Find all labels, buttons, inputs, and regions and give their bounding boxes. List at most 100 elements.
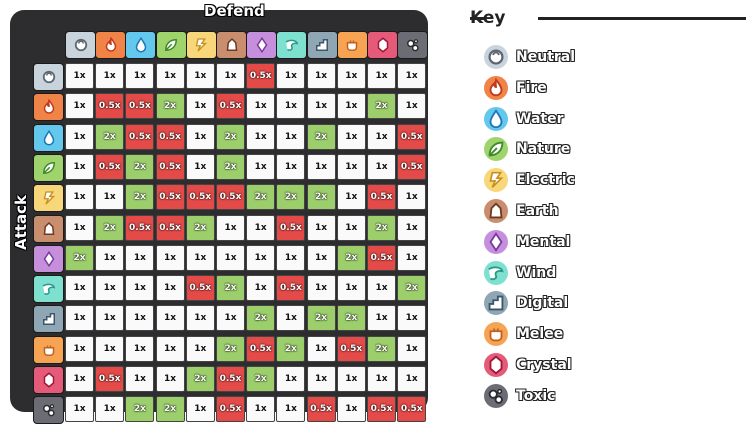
matrix-cell: 2x (95, 123, 125, 150)
matrix-cell: 1x (397, 184, 427, 211)
key-item-label: Electric (516, 172, 575, 189)
matrix-cell: 2x (125, 396, 155, 423)
matrix-cell: 1x (397, 63, 427, 89)
matrix-cell: 0.5x (216, 184, 245, 211)
matrix-cell: 0.5x (155, 184, 185, 211)
matrix-cell: 1x (306, 366, 336, 392)
matrix-cell: 1x (306, 275, 336, 302)
matrix-cell: 1x (276, 244, 306, 271)
matrix-cell: 1x (65, 275, 94, 302)
matrix-cell: 2x (95, 214, 125, 241)
matrix-cell: 0.5x (185, 184, 215, 211)
toxic-icon (484, 383, 508, 408)
matrix-cell: 1x (185, 305, 215, 332)
attack-axis-label: Attack (12, 195, 30, 250)
fire-icon (43, 99, 54, 115)
matrix-cell: 0.5x (367, 184, 396, 211)
key-item-nature: Nature (484, 137, 570, 162)
matrix-cell: 2x (276, 335, 306, 362)
matrix-cell: 2x (336, 244, 366, 271)
defend-axis-label: Defend (204, 2, 265, 20)
matrix-cell: 1x (246, 153, 276, 180)
matrix-cell: 0.5x (397, 153, 427, 180)
matrix-cell: 1x (276, 366, 306, 392)
matrix-cell: 1x (367, 63, 396, 89)
matrix-cell: 1x (397, 305, 427, 332)
matrix-cell: 1x (306, 214, 336, 241)
matrix-cell: 1x (65, 184, 94, 211)
matrix-cell: 0.5x (276, 214, 306, 241)
matrix-cell: 1x (276, 63, 306, 89)
matrix-cell: 2x (367, 335, 396, 362)
mental-icon (256, 36, 268, 54)
matrix-cell: 1x (125, 244, 155, 271)
matrix-cell: 1x (65, 123, 94, 150)
matrix-cell: 0.5x (216, 366, 245, 392)
matrix-cell: 0.5x (246, 63, 276, 89)
water-icon (484, 106, 508, 131)
matrix-cell: 1x (246, 123, 276, 150)
column-header-fire-icon (95, 31, 127, 59)
matrix-cell: 1x (65, 366, 94, 392)
matrix-cell: 1x (336, 214, 366, 241)
key-item-earth: Earth (484, 199, 559, 223)
matrix-cell: 1x (246, 396, 276, 423)
matrix-cell: 2x (306, 184, 336, 211)
matrix-cell: 1x (65, 396, 94, 423)
matrix-cell: 1x (336, 93, 366, 120)
neutral-icon (484, 45, 508, 69)
key-item-melee: Melee (484, 322, 563, 347)
matrix-cell: 1x (185, 153, 215, 180)
matrix-cell: 1x (367, 366, 396, 392)
matrix-cell: 1x (276, 153, 306, 180)
matrix-cell: 0.5x (246, 335, 276, 362)
melee-icon (347, 40, 358, 51)
matrix-cell: 1x (336, 275, 366, 302)
matrix-cell: 1x (95, 63, 125, 89)
matrix-cell: 1x (95, 244, 125, 271)
matrix-cell: 2x (397, 275, 427, 302)
matrix-cell: 0.5x (276, 275, 306, 302)
row-header-mental-icon (33, 244, 64, 273)
matrix-cell: 1x (155, 275, 185, 302)
matrix-cell: 1x (155, 244, 185, 271)
matrix-cell: 1x (276, 305, 306, 332)
matrix-cell: 0.5x (216, 93, 245, 120)
water-icon (135, 36, 147, 53)
matrix-cell: 2x (125, 184, 155, 211)
column-header-earth-icon (216, 31, 247, 59)
key-item-toxic: Toxic (484, 383, 555, 408)
key-item-label: Mental (516, 233, 571, 250)
matrix-cell: 1x (125, 305, 155, 332)
matrix-cell: 1x (306, 153, 336, 180)
matrix-cell: 2x (155, 396, 185, 423)
matrix-cell: 2x (155, 93, 185, 120)
matrix-cell: 1x (397, 335, 427, 362)
earth-icon (484, 199, 508, 223)
matrix-cell: 1x (397, 366, 427, 392)
matrix-cell: 1x (276, 123, 306, 150)
water-icon (43, 129, 54, 146)
matrix-cell: 1x (65, 93, 94, 120)
matrix-cell: 1x (397, 214, 427, 241)
melee-icon (484, 322, 508, 347)
matrix-cell: 0.5x (125, 123, 155, 150)
matrix-cell: 0.5x (125, 214, 155, 241)
crystal-icon (377, 37, 388, 53)
key-item-label: Neutral (516, 49, 576, 65)
neutral-icon (74, 38, 87, 52)
matrix-cell: 2x (246, 184, 276, 211)
key-item-label: Earth (516, 203, 559, 219)
mental-icon (43, 250, 54, 267)
matrix-cell: 1x (65, 335, 94, 362)
matrix-cell: 2x (336, 305, 366, 332)
key-item-wind: Wind (484, 260, 556, 285)
matrix-cell: 1x (367, 305, 396, 332)
matrix-cell: 1x (367, 153, 396, 180)
matrix-cell: 1x (336, 123, 366, 150)
matrix-cell: 1x (65, 153, 94, 180)
row-header-neutral-icon (33, 63, 64, 91)
column-header-melee-icon (336, 31, 368, 59)
matrix-cell: 1x (125, 335, 155, 362)
matrix-cell: 2x (367, 93, 396, 120)
